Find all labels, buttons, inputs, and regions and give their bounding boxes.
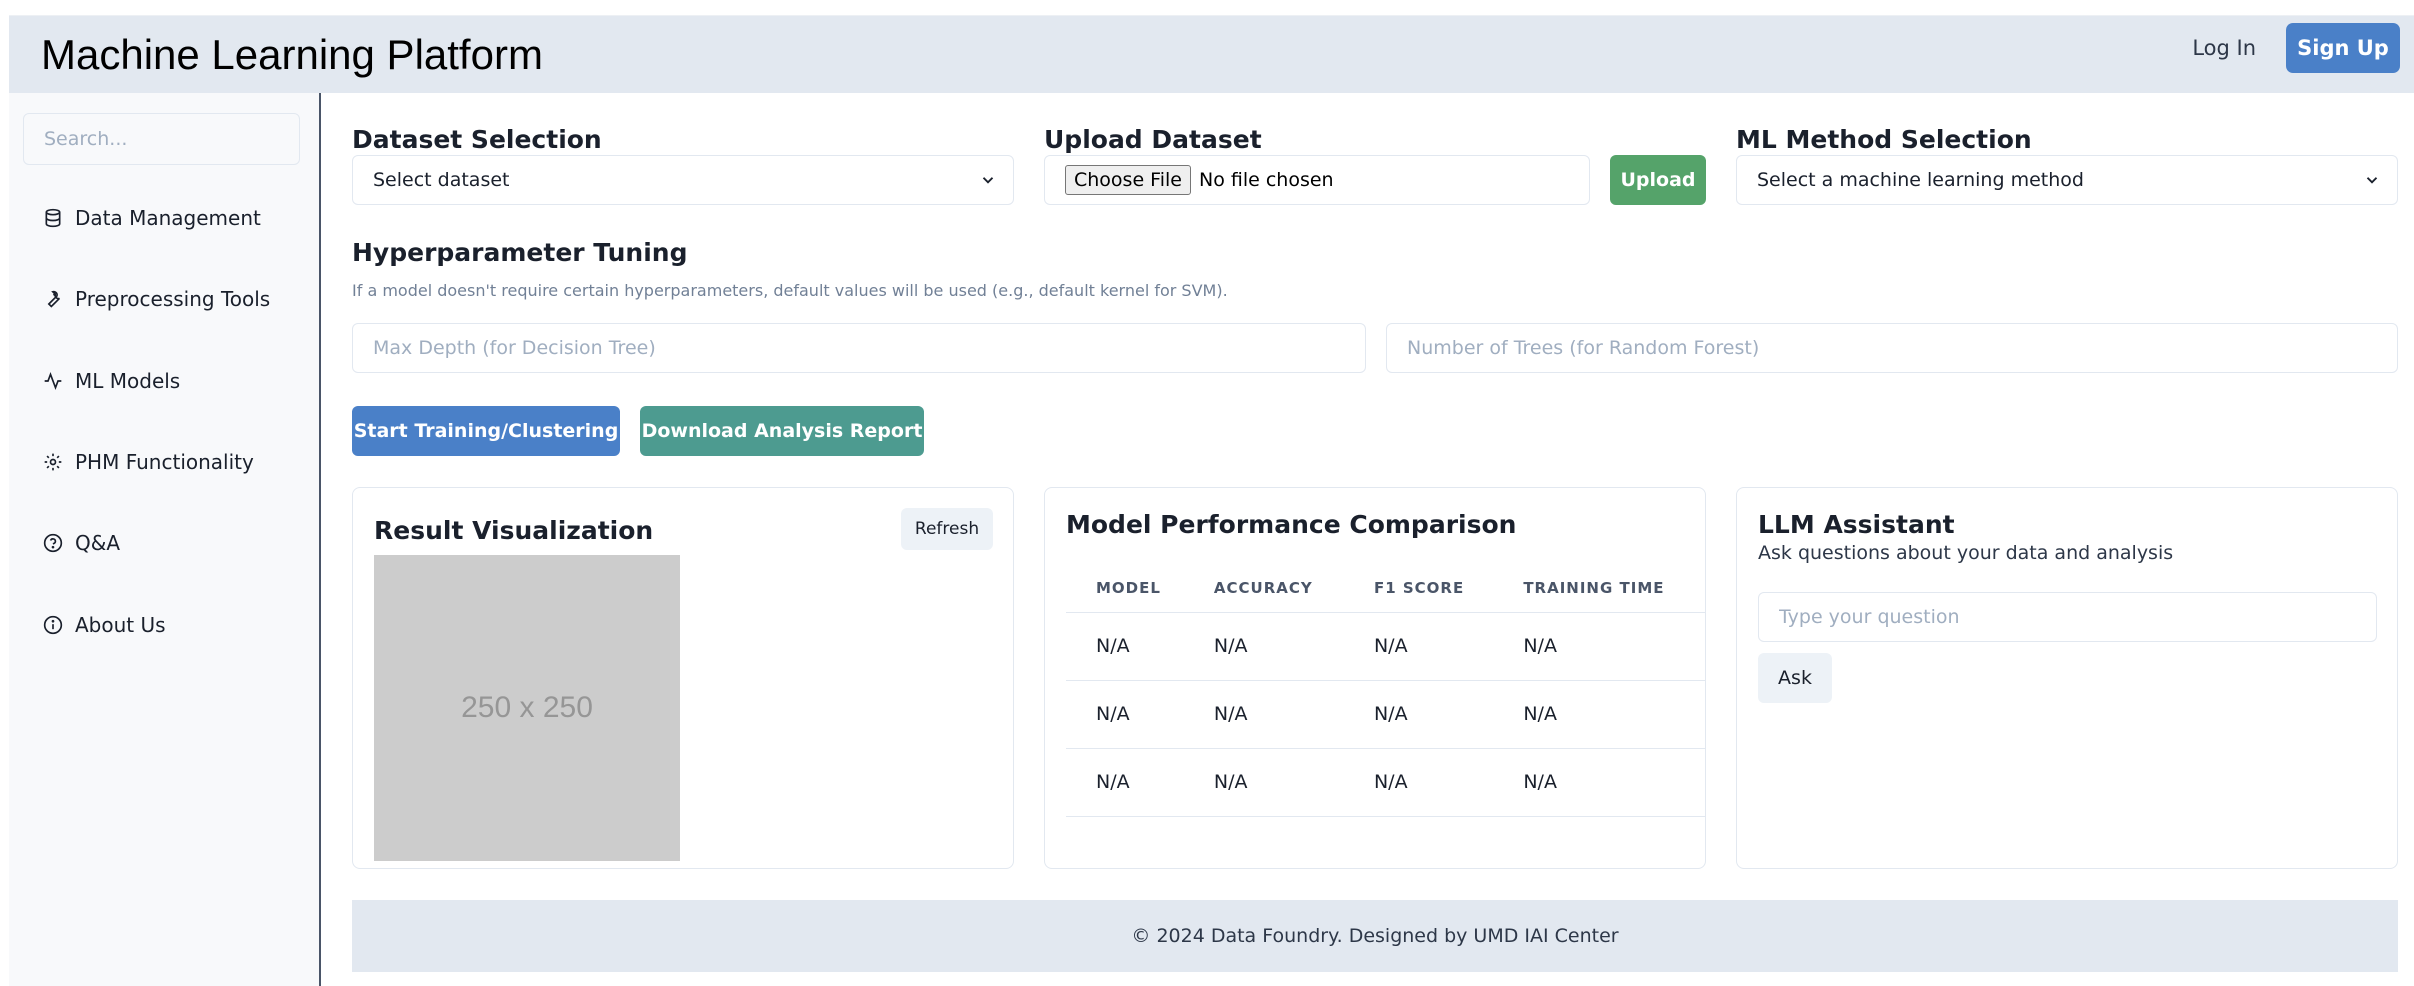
- performance-table: MODEL ACCURACY F1 SCORE TRAINING TIME N/…: [1066, 564, 1706, 817]
- top-bar: Machine Learning Platform Log In Sign Up: [9, 15, 2414, 93]
- table-cell: N/A: [1343, 612, 1494, 681]
- llm-assistant-subtitle: Ask questions about your data and analys…: [1758, 542, 2174, 564]
- sidebar-item-label: About Us: [75, 613, 166, 637]
- dataset-select[interactable]: Select dataset: [352, 155, 1014, 205]
- table-cell: N/A: [1343, 748, 1494, 817]
- login-link[interactable]: Log In: [2192, 36, 2256, 60]
- download-report-button[interactable]: Download Analysis Report: [640, 406, 924, 456]
- upload-button[interactable]: Upload: [1610, 155, 1706, 205]
- sidebar-item-qa[interactable]: Q&A: [43, 531, 120, 555]
- table-header-row: MODEL ACCURACY F1 SCORE TRAINING TIME: [1066, 564, 1706, 613]
- info-circle-icon: [43, 615, 63, 635]
- table-cell: N/A: [1493, 748, 1706, 817]
- footer-text: © 2024 Data Foundry. Designed by UMD IAI…: [1131, 925, 1619, 947]
- table-cell: N/A: [1343, 680, 1494, 749]
- table-cell: N/A: [1183, 748, 1344, 817]
- chevron-down-icon: [2366, 177, 2378, 184]
- wrench-icon: [47, 290, 61, 308]
- ml-method-title: ML Method Selection: [1736, 125, 2032, 154]
- sidebar-item-label: Data Management: [75, 206, 261, 230]
- table-row: N/A N/A N/A N/A: [1066, 680, 1706, 749]
- database-icon: [45, 208, 61, 228]
- table-cell: N/A: [1493, 680, 1706, 749]
- sidebar-item-label: ML Models: [75, 369, 181, 393]
- table-cell: N/A: [1183, 680, 1344, 749]
- auth-area: Log In Sign Up: [2192, 23, 2400, 73]
- result-visualization-card: Result Visualization Refresh 250 x 250: [352, 487, 1014, 869]
- upload-dataset-title: Upload Dataset: [1044, 125, 1262, 154]
- table-cell: N/A: [1066, 612, 1184, 681]
- sidebar-item-label: PHM Functionality: [75, 450, 254, 474]
- sidebar-item-about-us[interactable]: About Us: [43, 613, 166, 637]
- footer: © 2024 Data Foundry. Designed by UMD IAI…: [352, 900, 2398, 972]
- table-cell: N/A: [1066, 680, 1184, 749]
- sidebar-item-data-management[interactable]: Data Management: [43, 206, 261, 230]
- sidebar-item-preprocessing-tools[interactable]: Preprocessing Tools: [43, 287, 270, 311]
- model-performance-title: Model Performance Comparison: [1066, 510, 1517, 539]
- sidebar-item-label: Q&A: [75, 531, 121, 555]
- question-circle-icon: [43, 533, 63, 553]
- ask-button[interactable]: Ask: [1758, 653, 1832, 703]
- hyperparameter-title: Hyperparameter Tuning: [352, 238, 688, 267]
- column-header: ACCURACY: [1183, 564, 1344, 613]
- ml-method-select-value: Select a machine learning method: [1757, 169, 2084, 191]
- table-cell: N/A: [1066, 748, 1184, 817]
- start-training-button[interactable]: Start Training/Clustering: [352, 406, 620, 456]
- table-row: N/A N/A N/A N/A: [1066, 748, 1706, 817]
- question-input[interactable]: [1758, 592, 2377, 642]
- dataset-selection-title: Dataset Selection: [352, 125, 602, 154]
- chevron-down-icon: [982, 177, 994, 184]
- dataset-select-value: Select dataset: [373, 169, 510, 191]
- column-header: MODEL: [1066, 564, 1184, 613]
- sidebar-item-phm-functionality[interactable]: PHM Functionality: [43, 450, 254, 474]
- sidebar-item-ml-models[interactable]: ML Models: [43, 369, 180, 393]
- choose-file-button[interactable]: Choose File: [1065, 165, 1191, 195]
- file-status: No file chosen: [1198, 169, 1334, 191]
- model-performance-card: Model Performance Comparison MODEL ACCUR…: [1044, 487, 1706, 869]
- max-depth-input[interactable]: [352, 323, 1366, 373]
- result-image: 250 x 250: [374, 555, 680, 861]
- app-title: Machine Learning Platform: [41, 30, 543, 78]
- ml-method-select[interactable]: Select a machine learning method: [1736, 155, 2398, 205]
- table-cell: N/A: [1183, 612, 1344, 681]
- refresh-button[interactable]: Refresh: [901, 508, 993, 550]
- hyperparameter-hint: If a model doesn't require certain hyper…: [352, 281, 1228, 300]
- file-input[interactable]: Choose File No file chosen: [1044, 155, 1590, 205]
- table-cell: N/A: [1493, 612, 1706, 681]
- sidebar: Data Management Preprocessing Tools ML M…: [9, 93, 321, 986]
- search-input[interactable]: [23, 113, 300, 165]
- llm-assistant-card: LLM Assistant Ask questions about your d…: [1736, 487, 2398, 869]
- num-trees-input[interactable]: [1386, 323, 2398, 373]
- result-image-text: 250 x 250: [461, 691, 593, 724]
- result-visualization-title: Result Visualization: [374, 516, 654, 545]
- table-row: N/A N/A N/A N/A: [1066, 612, 1706, 681]
- sidebar-item-label: Preprocessing Tools: [75, 287, 271, 311]
- signup-button[interactable]: Sign Up: [2286, 23, 2400, 73]
- llm-assistant-title: LLM Assistant: [1758, 510, 1955, 539]
- gear-icon: [44, 453, 62, 471]
- activity-icon: [44, 371, 62, 391]
- column-header: TRAINING TIME: [1493, 564, 1706, 613]
- column-header: F1 SCORE: [1343, 564, 1494, 613]
